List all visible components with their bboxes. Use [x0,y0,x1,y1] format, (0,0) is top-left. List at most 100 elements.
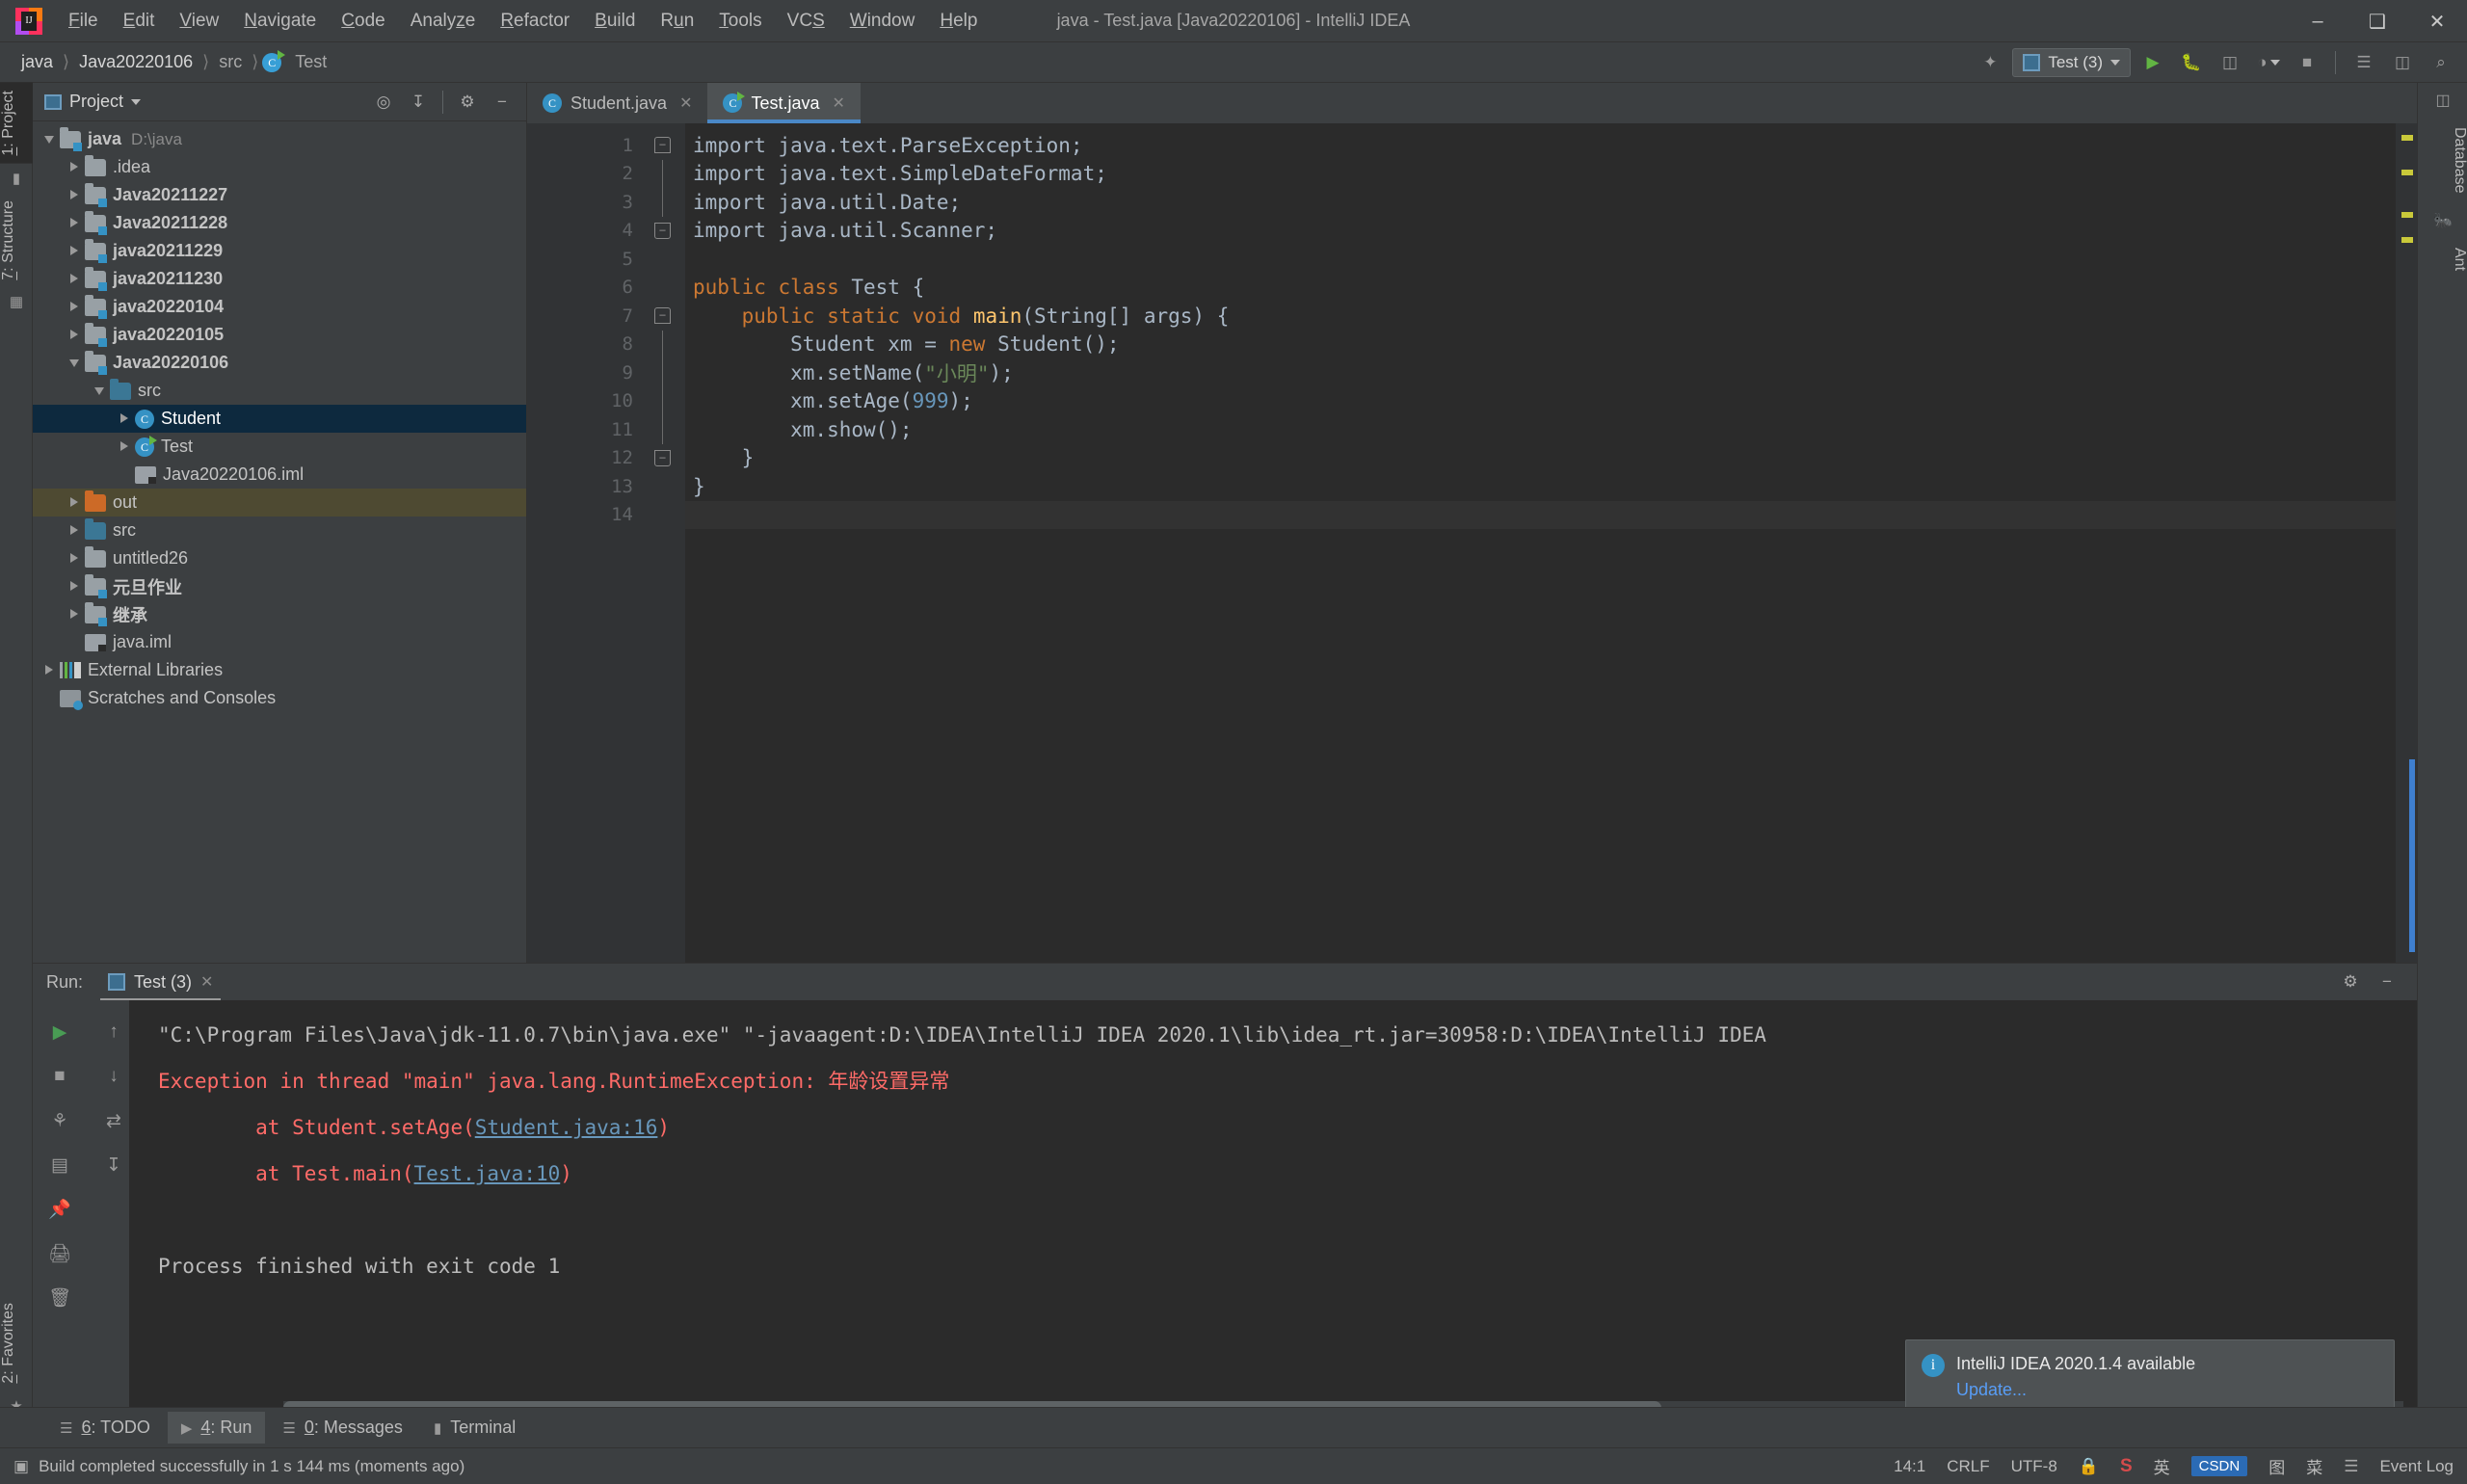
tree-node--[interactable]: 继承 [33,600,526,628]
tray-sogou-icon[interactable]: S [2120,1456,2133,1477]
chevron-right-icon[interactable] [64,245,85,258]
menu-build[interactable]: Build [582,7,648,36]
breadcrumb-item-test[interactable]: Test [289,50,332,74]
tree-node-java20211228[interactable]: Java20211228 [33,209,526,237]
line-separator[interactable]: CRLF [1947,1457,1989,1476]
tree-node-java20220105[interactable]: java20220105 [33,321,526,349]
menu-help[interactable]: Help [927,7,990,36]
profiler-icon[interactable]: ◑ [2252,48,2285,77]
file-encoding[interactable]: UTF-8 [2011,1457,2057,1476]
tray-menu-icon[interactable]: 菜 [2306,1454,2322,1478]
code-line[interactable]: } [685,444,2417,473]
console-stack-link[interactable]: Student.java:16 [475,1116,658,1139]
editor-marker-gutter[interactable] [2396,123,2417,963]
code-line[interactable] [685,245,2417,274]
fold-collapse-icon[interactable]: − [654,222,671,239]
menu-window[interactable]: Window [837,7,928,36]
chevron-right-icon[interactable] [114,412,135,426]
close-button[interactable]: ✕ [2407,0,2467,42]
close-icon[interactable]: ✕ [200,972,213,992]
breadcrumb-item-module[interactable]: Java20220106 [73,50,199,74]
chevron-right-icon[interactable] [64,524,85,538]
sidebar-item-favorites[interactable]: 2: Favorites [0,1295,33,1391]
hide-icon[interactable]: − [2371,967,2403,996]
tree-node-java20220106[interactable]: Java20220106 [33,349,526,377]
code-line[interactable]: Student xm = new Student(); [685,331,2417,359]
tree-node-untitled26[interactable]: untitled26 [33,544,526,572]
editor-tab-test-java[interactable]: C Test.java ✕ [707,83,862,123]
code-line[interactable]: xm.show(); [685,415,2417,444]
tree-node-java20211227[interactable]: Java20211227 [33,181,526,209]
fold-collapse-icon[interactable]: − [654,449,671,466]
sidebar-item-database[interactable]: Database [2418,118,2467,203]
menu-code[interactable]: Code [329,7,397,36]
stop-button[interactable]: ■ [2291,48,2323,77]
chevron-right-icon[interactable] [39,664,60,677]
chevron-down-icon[interactable] [89,384,110,398]
chevron-right-icon[interactable] [64,161,85,174]
chevron-right-icon[interactable] [64,496,85,510]
menu-vcs[interactable]: VCS [775,7,837,36]
code-line[interactable]: import java.text.ParseException; [685,131,2417,160]
tree-node-java20220104[interactable]: java20220104 [33,293,526,321]
menu-file[interactable]: File [56,7,111,36]
minimize-button[interactable]: – [2288,0,2348,42]
tree-node-test[interactable]: C Test [33,433,526,461]
menu-tools[interactable]: Tools [706,7,774,36]
layout-icon[interactable]: ◫ [2386,48,2419,77]
warning-marker[interactable] [2401,135,2413,141]
chevron-right-icon[interactable] [64,552,85,566]
chevron-right-icon[interactable] [114,440,135,454]
code-line[interactable]: xm.setName("小明"); [685,358,2417,387]
search-everywhere-icon[interactable]: ✦ [1974,48,2006,77]
magnifier-icon[interactable]: ⌕ [2425,48,2457,77]
sidebar-item-project[interactable]: 1: Project [0,83,33,164]
menu-refactor[interactable]: Refactor [488,7,582,36]
chevron-right-icon[interactable] [64,329,85,342]
chevron-right-icon[interactable] [64,189,85,202]
tray-csdn-icon[interactable]: CSDN [2190,1456,2248,1476]
chevron-right-icon[interactable] [64,217,85,230]
print-icon[interactable]: 🖨 [33,1232,87,1276]
code-line[interactable]: } [685,472,2417,501]
tree-node-java20211230[interactable]: java20211230 [33,265,526,293]
code-text[interactable]: import java.text.ParseException; import j… [685,123,2417,963]
bottom-tab-todo[interactable]: ☰ 6: TODO [46,1412,164,1444]
caret-position[interactable]: 14:1 [1894,1457,1925,1476]
chevron-down-icon[interactable] [39,133,60,146]
run-session-tab[interactable]: Test (3) ✕ [96,968,225,1002]
breadcrumb-item-java[interactable]: java [15,50,59,74]
chevron-right-icon[interactable] [64,608,85,622]
run-button[interactable]: ▶ [2136,48,2169,77]
menu-analyze[interactable]: Analyze [398,7,489,36]
editor-tab-student-java[interactable]: C Student.java ✕ [527,83,707,123]
close-icon[interactable]: ✕ [833,93,845,113]
fold-collapse-icon[interactable]: − [654,307,671,324]
hide-icon[interactable]: − [486,88,518,117]
lock-icon[interactable]: 🔒 [2079,1457,2099,1476]
code-line[interactable]: import java.util.Scanner; [685,217,2417,246]
bottom-tab-run[interactable]: ▶ 4: Run [167,1412,266,1444]
chevron-right-icon[interactable] [64,580,85,594]
collapse-all-icon[interactable]: ↧ [402,88,435,117]
rerun-icon[interactable]: ▶ [33,1010,87,1054]
coverage-icon[interactable]: ◫ [2214,48,2246,77]
tray-image-icon[interactable]: 图 [2268,1454,2285,1478]
stop-icon[interactable]: ■ [33,1054,87,1099]
tree-node-student[interactable]: C Student [33,405,526,433]
menu-view[interactable]: View [167,7,231,36]
tree-node--[interactable]: 元旦作业 [33,572,526,600]
tree-node--idea[interactable]: .idea [33,153,526,181]
close-icon[interactable]: ✕ [679,93,692,113]
tree-node-scratches-and-consoles[interactable]: Scratches and Consoles [33,684,526,712]
bottom-tab-terminal[interactable]: ▮ Terminal [420,1412,529,1444]
tree-node-java20211229[interactable]: java20211229 [33,237,526,265]
notification-update-link[interactable]: Update... [1956,1380,2195,1400]
code-line[interactable] [685,500,2417,529]
sidebar-item-structure[interactable]: 7: Structure [0,193,33,288]
settings-gear-icon[interactable]: ⚙ [2334,967,2367,996]
scrollbar-thumb[interactable] [2409,759,2415,952]
sidebar-item-ant[interactable]: Ant [2418,238,2467,280]
chevron-right-icon[interactable] [64,301,85,314]
bottom-tab-messages[interactable]: ☰ 0: Messages [269,1412,416,1444]
